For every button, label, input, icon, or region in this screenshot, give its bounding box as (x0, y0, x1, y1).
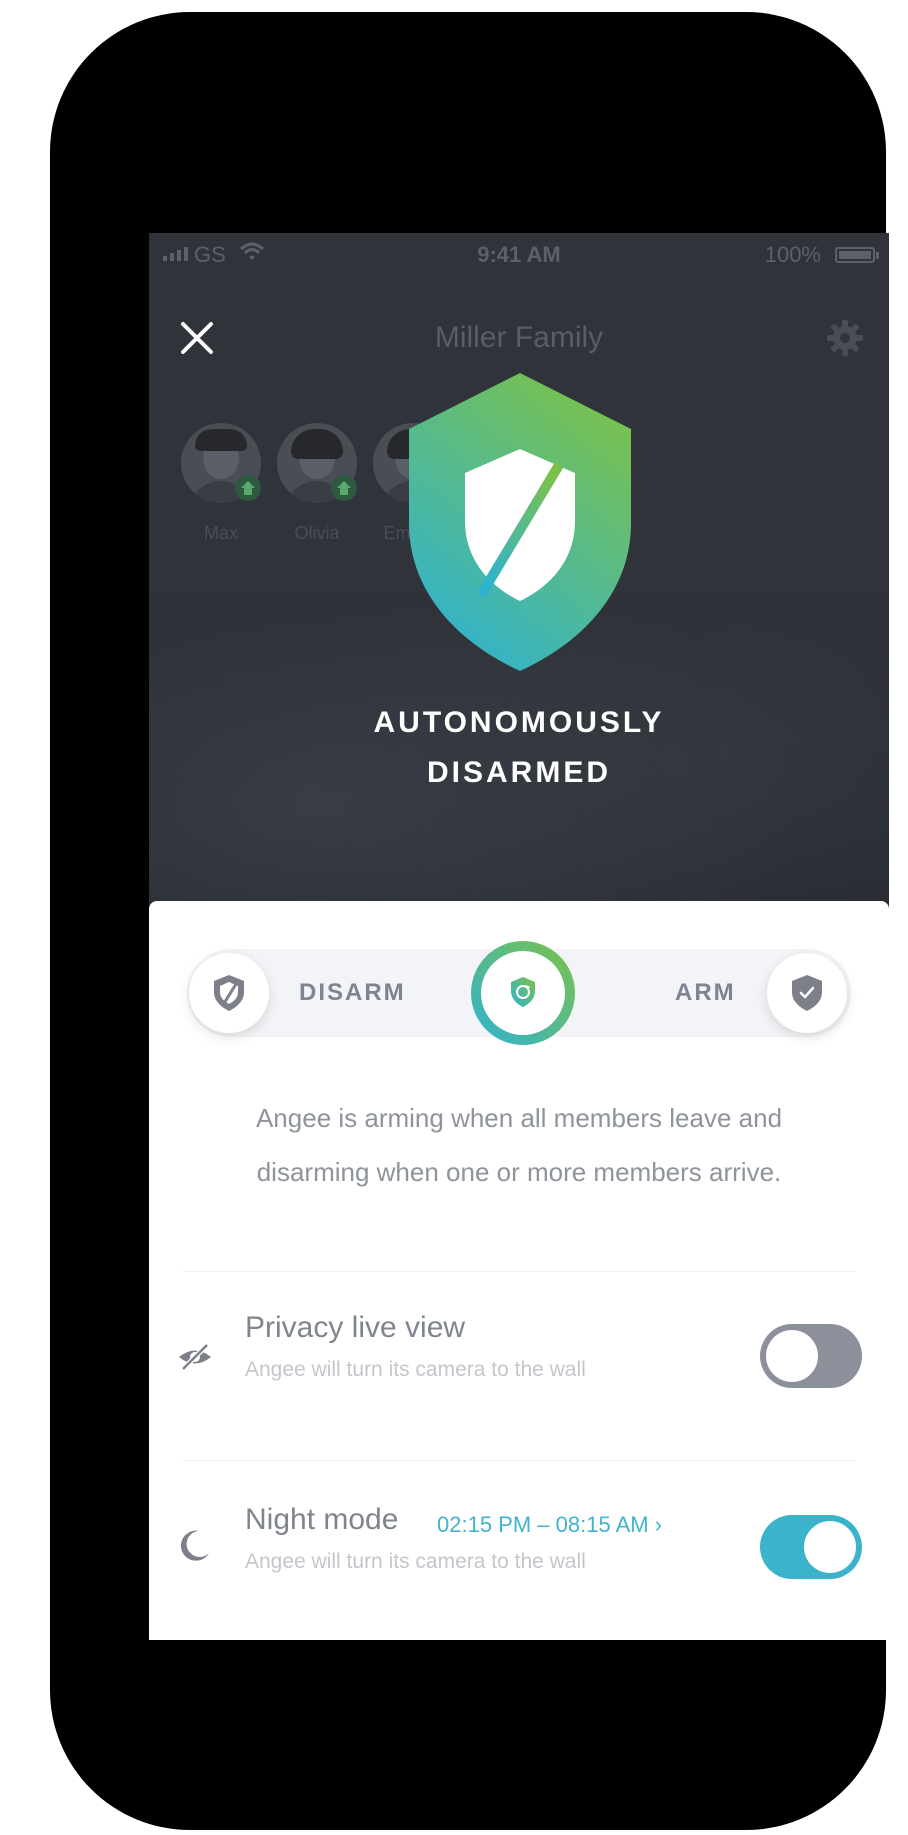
gear-icon[interactable] (825, 318, 865, 358)
app-screen: GS 9:41 AM 100% Miller Family Max Olivia… (149, 233, 889, 1640)
arm-label[interactable]: ARM (675, 979, 736, 1007)
moon-icon (180, 1530, 209, 1561)
status-bar: GS 9:41 AM 100% (149, 233, 889, 277)
eye-slash-icon (179, 1343, 211, 1371)
arm-button[interactable] (767, 953, 847, 1033)
privacy-title: Privacy live view (245, 1311, 466, 1344)
night-mode-title: Night mode (245, 1503, 399, 1536)
mode-description: Angee is arming when all members leave a… (255, 1103, 783, 1187)
night-mode-subtitle: Angee will turn its camera to the wall (245, 1550, 586, 1573)
battery-icon (835, 247, 875, 263)
disarm-label[interactable]: DISARM (299, 979, 406, 1007)
home-badge-icon (235, 475, 261, 501)
arming-status-title: AUTONOMOUSLY DISARMED (373, 706, 665, 789)
autonomous-mode-button[interactable] (471, 941, 575, 1045)
divider (183, 1460, 855, 1461)
night-mode-time-range[interactable]: 02:15 PM – 08:15 AM › (437, 1512, 662, 1538)
battery-percent: 100% (764, 242, 821, 267)
shield-disarmed-icon (409, 373, 631, 671)
control-sheet: DISARM ARM Angee is arming when all memb… (149, 901, 889, 1640)
privacy-toggle[interactable] (760, 1324, 862, 1388)
member-name: Olivia (294, 523, 340, 543)
shield-open-icon (214, 975, 244, 1011)
member-name: Max (203, 523, 238, 543)
phone-frame: GS 9:41 AM 100% Miller Family Max Olivia… (50, 12, 889, 1830)
disarm-button[interactable] (189, 953, 269, 1033)
shield-check-icon (792, 975, 822, 1011)
night-mode-toggle[interactable] (760, 1515, 862, 1579)
privacy-subtitle: Angee will turn its camera to the wall (245, 1358, 586, 1381)
page-title: Miller Family (434, 321, 604, 354)
home-badge-icon (331, 475, 357, 501)
divider (183, 1271, 855, 1272)
